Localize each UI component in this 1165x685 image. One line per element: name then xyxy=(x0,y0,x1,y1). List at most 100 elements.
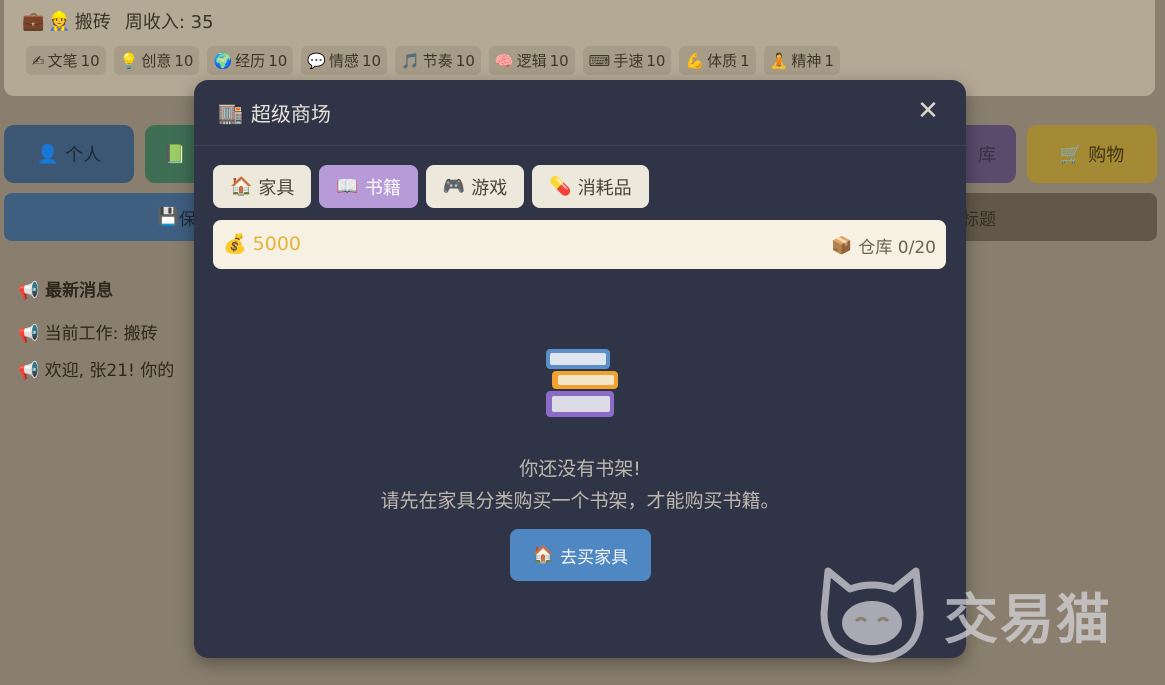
stat-label: 文笔 xyxy=(47,52,78,70)
money-bag-icon: 💰 xyxy=(223,233,247,255)
news-panel: 📢 最新消息 📢 当前工作: 搬砖 📢 欢迎, 张21! 你的 xyxy=(18,276,198,393)
stat-label: 创意 xyxy=(141,52,172,70)
stat-chip-creativity: 💡 创意 10 xyxy=(113,46,200,75)
brain-icon: 🧠 xyxy=(494,51,514,70)
stat-value: 10 xyxy=(174,51,194,70)
news-title-text: 最新消息 xyxy=(45,281,114,301)
stats-row: ✍ 文笔 10 💡 创意 10 🌍 经历 10 💬 情感 10 🎵 节奏 10 🧠 逻辑 10 ⌨ 手速 1… xyxy=(26,46,840,75)
tab-furniture[interactable]: 🏠 家具 xyxy=(213,165,312,208)
speech-bubble-icon: 💬 xyxy=(307,51,326,70)
megaphone-icon: 📢 xyxy=(18,324,40,344)
nav-shop-label: 购物 xyxy=(1088,145,1125,166)
title-label: 标题 xyxy=(962,209,996,230)
go-buy-furniture-button[interactable]: 🏠 去买家具 xyxy=(510,529,651,581)
stat-label: 手速 xyxy=(613,52,644,70)
category-tabs: 🏠 家具 📖 书籍 🎮 游戏 💊 消耗品 xyxy=(213,165,649,208)
wallet-bar: 💰 5000 📦 仓库 0/20 xyxy=(213,220,946,269)
nav-storage-label: 库 xyxy=(978,145,996,166)
stat-value: 10 xyxy=(361,51,382,70)
watermark: 交易猫 xyxy=(812,563,1112,665)
nav-personal-button[interactable]: 👤 个人 xyxy=(4,125,134,183)
tab-books[interactable]: 📖 书籍 xyxy=(319,165,418,208)
keyboard-icon: ⌨ xyxy=(588,51,611,70)
stat-label: 经历 xyxy=(235,52,266,70)
modal-header: 🏬 超级商场 ✕ xyxy=(194,80,966,146)
modal-title-text: 超级商场 xyxy=(250,102,331,126)
stat-chip-rhythm: 🎵 节奏 10 xyxy=(395,46,481,75)
tab-label: 书籍 xyxy=(364,177,401,199)
lightbulb-icon: 💡 xyxy=(119,51,139,70)
tab-consumables[interactable]: 💊 消耗品 xyxy=(532,165,649,208)
music-note-icon: 🎵 xyxy=(401,51,420,70)
tab-games[interactable]: 🎮 游戏 xyxy=(425,165,525,208)
muscle-icon: 💪 xyxy=(685,51,705,70)
title-button[interactable]: 标题 xyxy=(958,193,1157,241)
storage-display: 📦 仓库 0/20 xyxy=(831,233,936,259)
box-icon: 📦 xyxy=(831,235,853,256)
books-stack-icon xyxy=(546,349,618,417)
tab-label: 家具 xyxy=(258,177,295,199)
tab-label: 游戏 xyxy=(471,177,508,199)
cat-logo-icon xyxy=(820,567,924,663)
person-icon: 👤 xyxy=(36,143,60,165)
stat-chip-experience: 🌍 经历 10 xyxy=(207,46,294,75)
stat-label: 体质 xyxy=(707,52,738,70)
stat-value: 10 xyxy=(549,51,569,70)
globe-icon: 🌍 xyxy=(213,51,233,70)
stat-label: 精神 xyxy=(791,52,822,70)
stat-value: 10 xyxy=(268,51,288,70)
stat-chip-spirit: 🧘 精神 1 xyxy=(763,46,840,75)
money-display: 💰 5000 xyxy=(223,232,302,256)
stat-value: 10 xyxy=(80,51,100,70)
stat-value: 1 xyxy=(824,51,834,70)
job-label: 搬砖 xyxy=(74,12,111,33)
worker-icon: 👷 xyxy=(48,10,71,32)
stat-chip-emotion: 💬 情感 10 xyxy=(301,46,388,75)
house-icon: 🏠 xyxy=(532,545,555,565)
book-icon: 📗 xyxy=(163,143,187,165)
stat-label: 情感 xyxy=(328,52,359,70)
meditation-icon: 🧘 xyxy=(769,51,789,70)
modal-title: 🏬 超级商场 xyxy=(218,98,331,127)
news-title: 📢 最新消息 xyxy=(18,276,198,301)
news-line-text: 欢迎, 张21! 你的 xyxy=(44,361,175,381)
megaphone-icon: 📢 xyxy=(18,281,40,301)
stat-chip-writing: ✍ 文笔 10 xyxy=(26,46,106,75)
floppy-disk-icon: 💾 xyxy=(157,207,179,227)
stat-label: 节奏 xyxy=(422,52,453,70)
empty-state-description: 请先在家具分类购买一个书架，才能购买书籍。 xyxy=(380,490,780,512)
megaphone-icon: 📢 xyxy=(18,361,40,381)
nav-storage-button[interactable]: 库 xyxy=(958,125,1016,183)
open-book-icon: 📖 xyxy=(336,176,359,197)
save-button[interactable]: 💾 保 xyxy=(4,193,204,241)
close-button[interactable]: ✕ xyxy=(916,96,940,126)
go-buy-furniture-label: 去买家具 xyxy=(560,547,629,568)
building-icon: 🏬 xyxy=(218,100,243,125)
job-status-line: 💼 👷 搬砖 周收入: 35 xyxy=(22,8,214,34)
news-line: 📢 欢迎, 张21! 你的 xyxy=(18,356,198,381)
stat-value: 10 xyxy=(646,51,666,70)
stat-label: 逻辑 xyxy=(516,52,547,70)
empty-state-title: 你还没有书架! xyxy=(519,458,641,480)
tab-label: 消耗品 xyxy=(577,177,632,199)
stat-value: 1 xyxy=(740,51,750,70)
nav-shop-button[interactable]: 🛒 购物 xyxy=(1027,125,1157,183)
news-line: 📢 当前工作: 搬砖 xyxy=(18,319,198,344)
briefcase-icon: 💼 xyxy=(22,10,45,32)
stat-chip-logic: 🧠 逻辑 10 xyxy=(488,46,575,75)
shopping-cart-icon: 🛒 xyxy=(1059,143,1083,165)
writing-icon: ✍ xyxy=(32,51,45,70)
watermark-text: 交易猫 xyxy=(944,587,1112,651)
pill-icon: 💊 xyxy=(549,176,572,197)
stat-chip-stamina: 💪 体质 1 xyxy=(679,46,756,75)
nav-personal-label: 个人 xyxy=(65,145,102,166)
stat-value: 10 xyxy=(455,51,475,70)
gamepad-icon: 🎮 xyxy=(442,176,466,197)
house-icon: 🏠 xyxy=(230,176,253,197)
current-job: 💼 👷 搬砖 xyxy=(22,8,111,34)
storage-count: 仓库 0/20 xyxy=(858,238,936,258)
money-amount: 5000 xyxy=(252,232,302,255)
news-line-text: 当前工作: 搬砖 xyxy=(44,324,158,344)
stat-chip-typing: ⌨ 手速 10 xyxy=(582,46,672,75)
weekly-income: 周收入: 35 xyxy=(124,12,214,33)
